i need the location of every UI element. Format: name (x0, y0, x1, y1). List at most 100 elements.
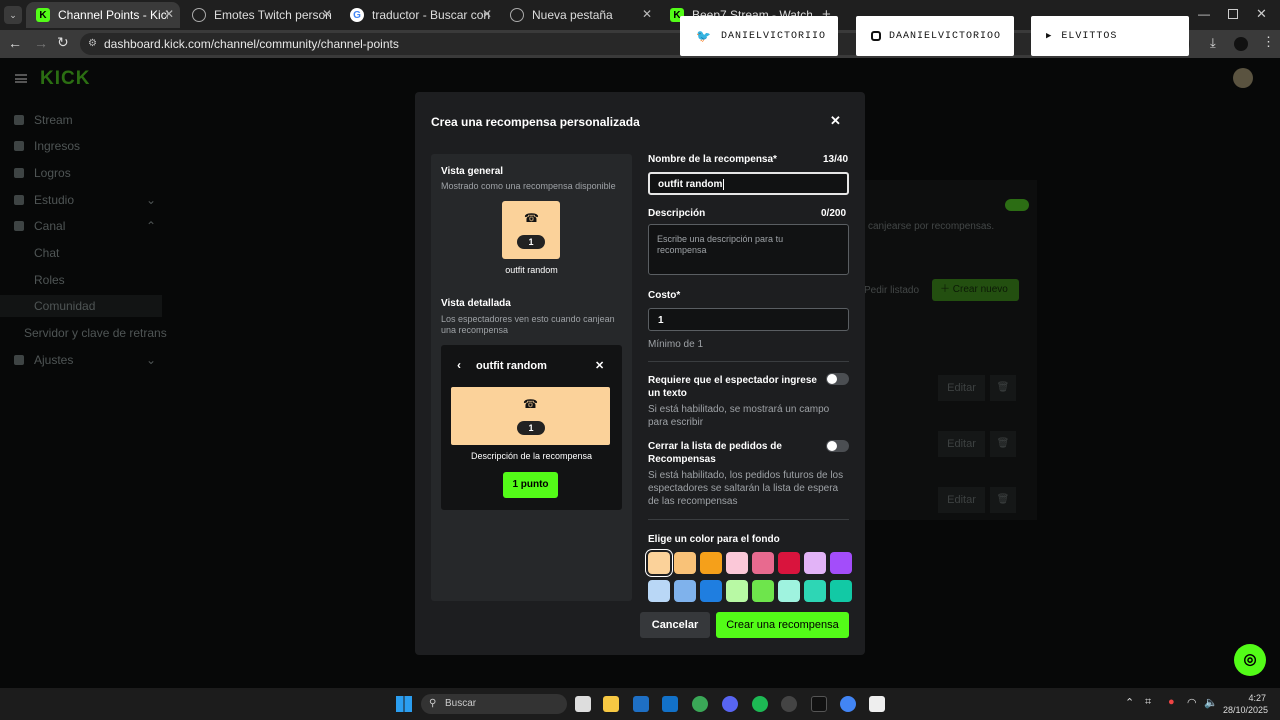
tab-list-button[interactable]: ⌄ (4, 6, 22, 24)
sidebar-item-ajustes[interactable]: Ajustes ⌄ (0, 352, 160, 368)
globe-favicon-icon (192, 8, 206, 22)
sidebar-item-stream[interactable]: Stream (0, 112, 73, 128)
color-swatch[interactable] (752, 580, 774, 602)
description-textarea[interactable]: Escribe una descripción para tu recompen… (648, 224, 849, 275)
sidebar-item-estudio[interactable]: Estudio ⌄ (0, 192, 160, 208)
sidebar-item-label: Estudio (34, 193, 75, 207)
color-swatch[interactable] (726, 580, 748, 602)
cost-input[interactable]: 1 (648, 308, 849, 331)
profile-avatar[interactable] (1234, 37, 1248, 51)
color-swatch[interactable] (804, 580, 826, 602)
close-modal-icon[interactable]: ✕ (830, 113, 841, 129)
chevron-left-icon[interactable]: ‹ (457, 358, 461, 372)
reward-card-preview: ☎ 1 (502, 201, 560, 259)
reload-icon[interactable]: ↻ (57, 34, 69, 51)
maximize-button[interactable] (1228, 9, 1238, 19)
network-icon[interactable]: ⌗ (1145, 696, 1151, 709)
spotify-icon[interactable] (752, 696, 768, 712)
bg-edit-button[interactable]: Editar (938, 431, 985, 457)
overview-subtitle: Mostrado como una recompensa disponible (441, 181, 616, 191)
bg-edit-button[interactable]: Editar (938, 487, 985, 513)
bg-trash-icon[interactable]: 🗑 (990, 431, 1016, 457)
hamburger-menu-icon[interactable] (15, 74, 27, 83)
tray-chevron-up-icon[interactable]: ⌃ (1125, 696, 1134, 709)
create-reward-button[interactable]: Crear una recompensa (716, 612, 849, 638)
site-info-icon[interactable]: ⚙ (88, 33, 97, 55)
color-swatch[interactable] (648, 580, 670, 602)
back-icon[interactable]: ← (8, 35, 22, 51)
kick-logo[interactable]: KICK (40, 68, 90, 90)
microphone-icon[interactable]: ● (1168, 696, 1175, 708)
tab-nueva[interactable]: Nueva pestaña ✕ (500, 2, 658, 28)
download-icon[interactable]: ⤓ (1210, 35, 1216, 51)
sidebar-item-roles[interactable]: Roles (0, 272, 65, 288)
sidebar-item-chat[interactable]: Chat (0, 245, 59, 261)
volume-icon[interactable]: 🔈 (1204, 696, 1218, 709)
sidebar-item-logros[interactable]: Logros (0, 165, 71, 181)
tab-channel-points[interactable]: K Channel Points - Kick Dashboard ✕ (26, 2, 180, 28)
color-swatch[interactable] (778, 552, 800, 574)
color-swatch[interactable] (674, 580, 696, 602)
chrome-icon[interactable] (692, 696, 708, 712)
minimize-button[interactable]: — (1198, 7, 1210, 21)
close-tab-icon[interactable]: ✕ (642, 7, 652, 21)
obs-icon[interactable] (781, 696, 797, 712)
clock-date[interactable]: 28/10/2025 (1222, 705, 1268, 715)
sidebar-item-ingresos[interactable]: Ingresos (0, 138, 80, 154)
tiktok-icon[interactable] (811, 696, 827, 712)
color-swatch[interactable] (752, 552, 774, 574)
store-icon[interactable] (633, 696, 649, 712)
menu-icon[interactable]: ⋮ (1262, 34, 1275, 50)
task-view-icon[interactable] (575, 696, 591, 712)
bg-help-text: canjearse por recompensas. (868, 221, 995, 232)
bg-trash-icon[interactable]: 🗑 (990, 375, 1016, 401)
clock-time[interactable]: 4:27 (1224, 693, 1266, 703)
color-swatch[interactable] (700, 580, 722, 602)
color-swatch[interactable] (830, 552, 852, 574)
wifi-icon[interactable]: ◠ (1187, 696, 1197, 709)
color-swatch[interactable] (648, 552, 670, 574)
discord-icon[interactable] (722, 696, 738, 712)
outlook-icon[interactable] (662, 696, 678, 712)
url-field[interactable]: ⚙ dashboard.kick.com/channel/community/c… (80, 33, 1190, 55)
windows-start-icon[interactable] (396, 696, 412, 712)
color-swatch[interactable] (674, 552, 696, 574)
close-queue-sub: Si está habilitado, los pedidos futuros … (648, 470, 844, 507)
bg-toggle[interactable] (1005, 199, 1029, 211)
taskbar-search[interactable]: ⚲ Buscar (421, 694, 567, 714)
bg-list-label[interactable]: Pedir listado (864, 285, 919, 296)
user-avatar[interactable] (1233, 68, 1253, 88)
color-swatch[interactable] (726, 552, 748, 574)
bg-edit-button[interactable]: Editar (938, 375, 985, 401)
support-chat-button[interactable]: ◎ (1234, 644, 1266, 676)
reward-name-input[interactable]: outfit random (648, 172, 849, 195)
close-tab-icon[interactable]: ✕ (482, 7, 492, 21)
modal-title: Crea una recompensa personalizada (431, 115, 640, 129)
close-window-button[interactable]: ✕ (1256, 6, 1267, 22)
bg-create-button[interactable]: ＋ Crear nuevo (932, 279, 1019, 301)
cancel-button[interactable]: Cancelar (640, 612, 710, 638)
color-swatch[interactable] (778, 580, 800, 602)
sidebar-item-canal[interactable]: Canal ⌃ (0, 218, 160, 234)
detail-close-icon[interactable]: ✕ (595, 359, 604, 372)
close-tab-icon[interactable]: ✕ (164, 7, 174, 21)
close-queue-toggle[interactable] (826, 440, 849, 452)
sidebar-item-comunidad[interactable]: Comunidad (0, 295, 162, 317)
chrome-profile-icon[interactable] (840, 696, 856, 712)
detail-preview: ‹ outfit random ✕ ☎ 1 Descripción de la … (441, 345, 622, 510)
sidebar-item-servidor[interactable]: Servidor y clave de retrans (0, 325, 167, 341)
redeem-points-button[interactable]: 1 punto (503, 472, 558, 498)
file-explorer-icon[interactable] (603, 696, 619, 712)
sidebar-item-label: Logros (34, 166, 71, 180)
color-swatch[interactable] (804, 552, 826, 574)
color-swatch[interactable] (700, 552, 722, 574)
forward-icon[interactable]: → (34, 35, 48, 51)
capcut-icon[interactable] (869, 696, 885, 712)
bg-trash-icon[interactable]: 🗑 (990, 487, 1016, 513)
tab-emotes[interactable]: Emotes Twitch personaje ✕ (182, 2, 338, 28)
sidebar-item-label: Roles (34, 273, 65, 287)
close-tab-icon[interactable]: ✕ (322, 7, 332, 21)
require-text-toggle[interactable] (826, 373, 849, 385)
color-swatch[interactable] (830, 580, 852, 602)
tab-traductor[interactable]: G traductor - Buscar con Google ✕ (340, 2, 498, 28)
